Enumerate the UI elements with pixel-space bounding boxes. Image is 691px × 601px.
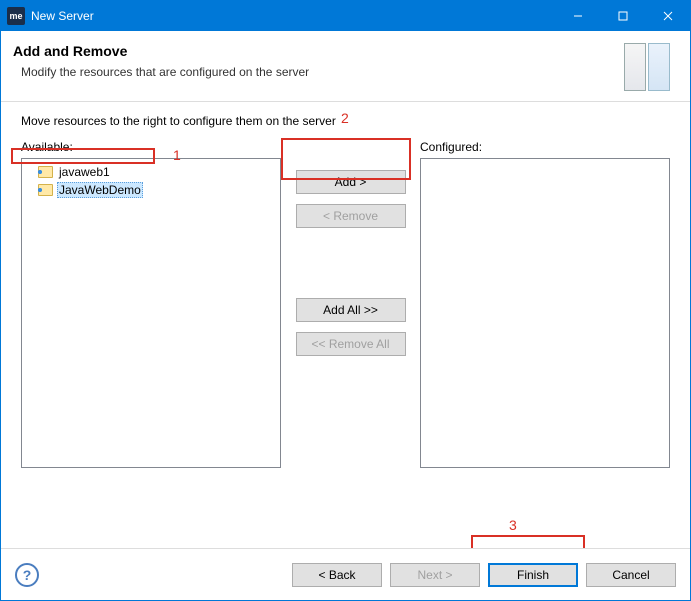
titlebar: me New Server [1, 1, 690, 31]
list-item-label: JavaWebDemo [57, 182, 143, 198]
annotation-3: 3 [509, 517, 517, 533]
project-icon [38, 184, 53, 196]
wizard-header: Add and Remove Modify the resources that… [1, 31, 690, 102]
maximize-button[interactable] [600, 1, 645, 31]
remove-button: < Remove [296, 204, 406, 228]
available-label: Available: [21, 140, 281, 154]
page-title: Add and Remove [13, 43, 624, 59]
next-button: Next > [390, 563, 480, 587]
remove-all-button: << Remove All [296, 332, 406, 356]
cancel-button[interactable]: Cancel [586, 563, 676, 587]
wizard-footer: ? < Back Next > Finish Cancel [1, 548, 690, 600]
content-area: Move resources to the right to configure… [1, 102, 690, 468]
instruction-text: Move resources to the right to configure… [21, 114, 670, 128]
app-icon: me [7, 7, 25, 25]
add-all-button[interactable]: Add All >> [296, 298, 406, 322]
project-icon [38, 166, 53, 178]
available-listbox[interactable]: javaweb1 JavaWebDemo [21, 158, 281, 468]
list-item-label: javaweb1 [57, 165, 112, 179]
help-icon[interactable]: ? [15, 563, 39, 587]
list-item[interactable]: JavaWebDemo [24, 181, 278, 199]
back-button[interactable]: < Back [292, 563, 382, 587]
configured-label: Configured: [420, 140, 670, 154]
configured-listbox[interactable] [420, 158, 670, 468]
list-item[interactable]: javaweb1 [24, 163, 278, 181]
close-button[interactable] [645, 1, 690, 31]
finish-button[interactable]: Finish [488, 563, 578, 587]
page-subtitle: Modify the resources that are configured… [21, 65, 624, 79]
window-title: New Server [31, 9, 555, 23]
minimize-button[interactable] [555, 1, 600, 31]
transfer-buttons: Add > < Remove Add All >> << Remove All [281, 140, 420, 468]
add-button[interactable]: Add > [296, 170, 406, 194]
window-buttons [555, 1, 690, 31]
server-banner-icon [624, 43, 674, 91]
